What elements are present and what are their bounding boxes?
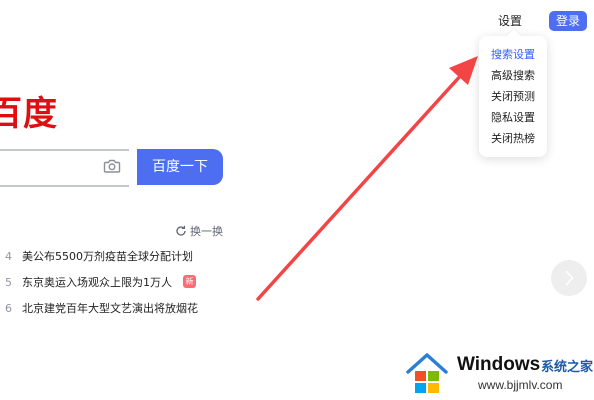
refresh-icon xyxy=(176,225,186,236)
search-button[interactable]: 百度一下 xyxy=(137,149,223,185)
menu-item-hide-hot-list[interactable]: 关闭热榜 xyxy=(479,128,547,149)
menu-item-disable-prediction[interactable]: 关闭预测 xyxy=(479,86,547,107)
next-button[interactable] xyxy=(551,260,587,296)
menu-item-advanced-search[interactable]: 高级搜索 xyxy=(479,65,547,86)
baidu-logo: 百度 xyxy=(0,94,58,134)
menu-item-privacy-settings[interactable]: 隐私设置 xyxy=(479,107,547,128)
refresh-label: 换一换 xyxy=(190,225,223,238)
hot-rank: 5 xyxy=(5,275,12,289)
watermark: Windows 系统之家 www.bjjmlv.com xyxy=(404,350,594,396)
watermark-site-name: 系统之家 xyxy=(541,360,594,375)
settings-dropdown: 搜索设置 高级搜索 关闭预测 隐私设置 关闭热榜 xyxy=(479,28,547,157)
windows-house-logo-icon xyxy=(406,353,448,393)
camera-icon[interactable] xyxy=(103,157,121,175)
settings-link[interactable]: 设置 xyxy=(498,12,522,29)
settings-menu-list: 搜索设置 高级搜索 关闭预测 隐私设置 关闭热榜 xyxy=(479,36,547,149)
login-button[interactable]: 登录 xyxy=(549,11,587,31)
hot-title: 东京奥运入场观众上限为1万人 xyxy=(22,276,172,289)
watermark-brand: Windows xyxy=(457,354,541,375)
hot-title: 美公布5500万剂疫苗全球分配计划 xyxy=(22,250,193,263)
hot-rank: 6 xyxy=(5,301,12,315)
refresh-hot-list-button[interactable]: 换一换 xyxy=(175,223,223,239)
watermark-url: www.bjjmlv.com xyxy=(478,378,563,392)
menu-item-search-settings[interactable]: 搜索设置 xyxy=(479,44,547,65)
hot-title: 北京建党百年大型文艺演出将放烟花 xyxy=(22,302,198,315)
new-badge: 新 xyxy=(183,275,196,288)
chevron-right-icon xyxy=(565,270,574,286)
hot-rank: 4 xyxy=(5,249,12,263)
